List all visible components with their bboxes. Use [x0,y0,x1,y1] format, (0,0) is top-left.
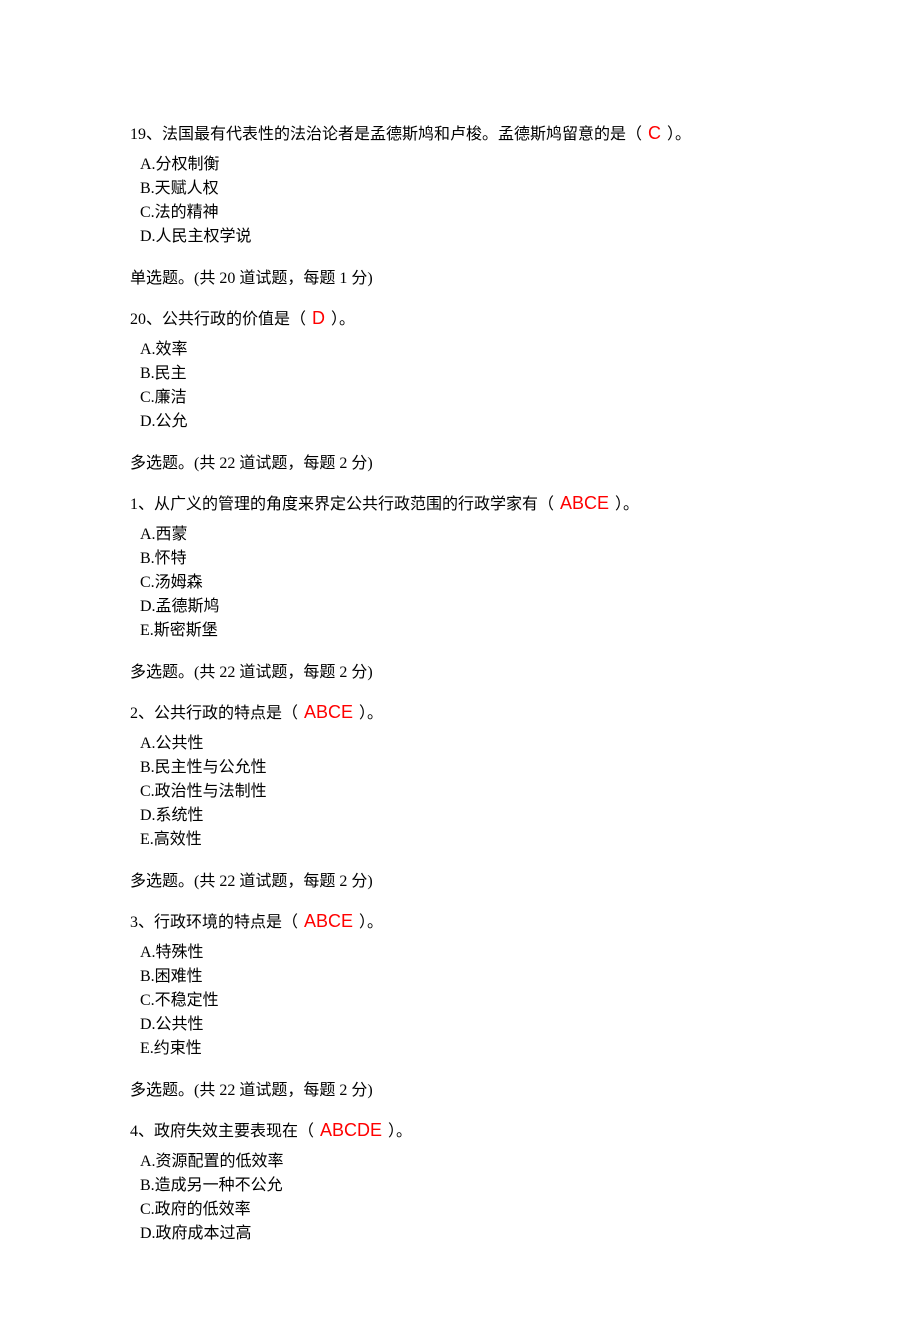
options-list: A.西蒙 B.怀特 C.汤姆森 D.孟德斯鸠 E.斯密斯堡 [130,523,790,643]
question-number: 4 [130,1123,138,1140]
question-stem: 4、政府失效主要表现在（ABCDE）。 [130,1117,790,1144]
stem-pre: 、法国最有代表性的法治论者是孟德斯鸠和卢梭。孟德斯鸠留意的是（ [146,126,642,143]
option-a: A.分权制衡 [140,153,790,177]
option-c: C.政府的低效率 [140,1198,790,1222]
option-d: D.人民主权学说 [140,225,790,249]
section-note: 多选题。(共 22 道试题，每题 2 分) [130,661,790,685]
stem-post: ）。 [359,914,383,931]
options-list: A.效率 B.民主 C.廉洁 D.公允 [130,338,790,434]
option-d: D.系统性 [140,804,790,828]
question-stem: 20、公共行政的价值是（D）。 [130,305,790,332]
option-c: C.廉洁 [140,386,790,410]
answer-text: D [306,308,331,328]
question-19: 19、法国最有代表性的法治论者是孟德斯鸠和卢梭。孟德斯鸠留意的是（C）。 A.分… [130,120,790,249]
stem-pre: 、从广义的管理的角度来界定公共行政范围的行政学家有（ [138,496,554,513]
answer-text: ABCE [298,911,359,931]
option-b: B.天赋人权 [140,177,790,201]
question-stem: 3、行政环境的特点是（ABCE）。 [130,908,790,935]
answer-text: ABCE [554,493,615,513]
option-a: A.公共性 [140,732,790,756]
question-number: 20 [130,311,146,328]
option-e: E.约束性 [140,1037,790,1061]
stem-pre: 、行政环境的特点是（ [138,914,298,931]
answer-text: ABCDE [314,1120,388,1140]
option-d: D.孟德斯鸠 [140,595,790,619]
question-20: 20、公共行政的价值是（D）。 A.效率 B.民主 C.廉洁 D.公允 [130,305,790,434]
stem-post: ）。 [331,311,355,328]
option-d: D.公共性 [140,1013,790,1037]
question-number: 2 [130,705,138,722]
option-d: D.政府成本过高 [140,1222,790,1246]
question-stem: 2、公共行政的特点是（ABCE）。 [130,699,790,726]
option-b: B.造成另一种不公允 [140,1174,790,1198]
answer-text: C [642,123,667,143]
option-e: E.斯密斯堡 [140,619,790,643]
question-4m: 4、政府失效主要表现在（ABCDE）。 A.资源配置的低效率 B.造成另一种不公… [130,1117,790,1246]
stem-post: ）。 [388,1123,412,1140]
options-list: A.特殊性 B.困难性 C.不稳定性 D.公共性 E.约束性 [130,941,790,1061]
question-2m: 2、公共行政的特点是（ABCE）。 A.公共性 B.民主性与公允性 C.政治性与… [130,699,790,852]
option-b: B.怀特 [140,547,790,571]
stem-pre: 、政府失效主要表现在（ [138,1123,314,1140]
options-list: A.公共性 B.民主性与公允性 C.政治性与法制性 D.系统性 E.高效性 [130,732,790,852]
option-c: C.政治性与法制性 [140,780,790,804]
option-c: C.法的精神 [140,201,790,225]
stem-pre: 、公共行政的特点是（ [138,705,298,722]
options-list: A.资源配置的低效率 B.造成另一种不公允 C.政府的低效率 D.政府成本过高 [130,1150,790,1246]
stem-post: ）。 [667,126,691,143]
section-note: 多选题。(共 22 道试题，每题 2 分) [130,1079,790,1103]
section-note: 多选题。(共 22 道试题，每题 2 分) [130,870,790,894]
question-3m: 3、行政环境的特点是（ABCE）。 A.特殊性 B.困难性 C.不稳定性 D.公… [130,908,790,1061]
option-c: C.不稳定性 [140,989,790,1013]
question-number: 19 [130,126,146,143]
question-number: 1 [130,496,138,513]
option-e: E.高效性 [140,828,790,852]
answer-text: ABCE [298,702,359,722]
question-stem: 19、法国最有代表性的法治论者是孟德斯鸠和卢梭。孟德斯鸠留意的是（C）。 [130,120,790,147]
question-number: 3 [130,914,138,931]
option-b: B.困难性 [140,965,790,989]
options-list: A.分权制衡 B.天赋人权 C.法的精神 D.人民主权学说 [130,153,790,249]
option-b: B.民主性与公允性 [140,756,790,780]
question-stem: 1、从广义的管理的角度来界定公共行政范围的行政学家有（ABCE）。 [130,490,790,517]
option-a: A.西蒙 [140,523,790,547]
option-c: C.汤姆森 [140,571,790,595]
stem-pre: 、公共行政的价值是（ [146,311,306,328]
section-note: 多选题。(共 22 道试题，每题 2 分) [130,452,790,476]
question-1m: 1、从广义的管理的角度来界定公共行政范围的行政学家有（ABCE）。 A.西蒙 B… [130,490,790,643]
option-b: B.民主 [140,362,790,386]
stem-post: ）。 [615,496,639,513]
option-d: D.公允 [140,410,790,434]
exam-page: 19、法国最有代表性的法治论者是孟德斯鸠和卢梭。孟德斯鸠留意的是（C）。 A.分… [0,0,920,1324]
option-a: A.特殊性 [140,941,790,965]
option-a: A.资源配置的低效率 [140,1150,790,1174]
option-a: A.效率 [140,338,790,362]
stem-post: ）。 [359,705,383,722]
section-note: 单选题。(共 20 道试题，每题 1 分) [130,267,790,291]
